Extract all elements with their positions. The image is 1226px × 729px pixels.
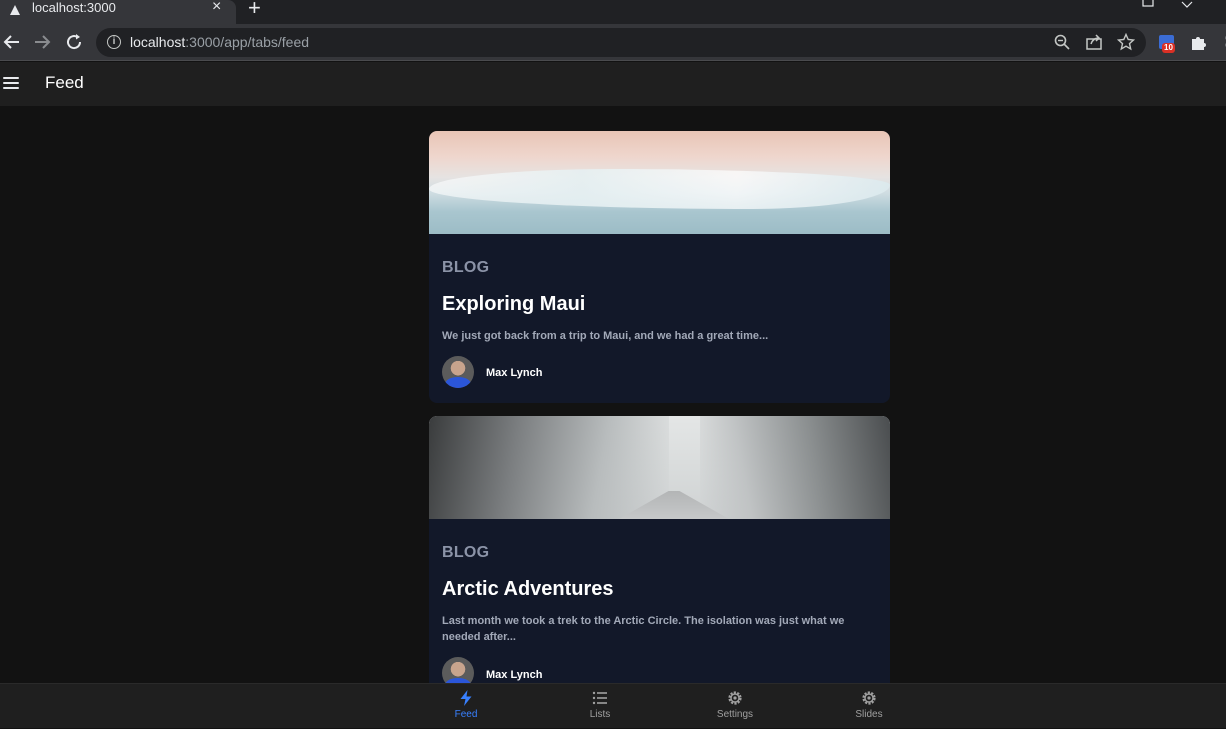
card-description: Last month we took a trek to the Arctic … (442, 613, 872, 645)
tab-settings[interactable]: Settings (695, 684, 775, 729)
cog-icon (861, 690, 877, 706)
browser-tab-title: localhost:3000 (32, 0, 116, 16)
card-subtitle: BLOG (442, 544, 489, 562)
avatar (442, 356, 474, 388)
reload-icon[interactable] (62, 30, 86, 54)
list-icon (592, 690, 608, 706)
card-image-snowy-road (429, 416, 890, 519)
back-icon[interactable] (0, 30, 24, 54)
extension-badge: 10 (1162, 43, 1175, 53)
card-author: Max Lynch (486, 367, 542, 379)
browser-tabstrip: localhost:3000 × + (0, 0, 1226, 24)
extensions-puzzle-icon[interactable] (1189, 33, 1209, 53)
tab-feed[interactable]: Feed (426, 684, 506, 729)
flash-icon (458, 690, 474, 706)
app-header: Feed (0, 62, 1226, 106)
cog-icon (727, 690, 743, 706)
favicon-icon (10, 5, 20, 15)
menu-dots-icon[interactable] (1220, 35, 1226, 55)
tab-lists[interactable]: Lists (560, 684, 640, 729)
new-tab-button[interactable]: + (248, 0, 261, 19)
card-subtitle: BLOG (442, 259, 489, 277)
page-title: Feed (45, 73, 84, 93)
tab-label: Feed (426, 709, 506, 720)
url-host: localhost (130, 34, 185, 50)
card-description: We just got back from a trip to Maui, an… (442, 328, 872, 344)
tab-slides[interactable]: Slides (829, 684, 909, 729)
card-author: Max Lynch (486, 669, 542, 681)
tab-close-icon[interactable]: × (212, 0, 221, 14)
tab-bar: Feed Lists Settings Slides (0, 683, 1226, 728)
tab-label: Slides (829, 709, 909, 720)
menu-icon[interactable] (3, 77, 19, 90)
window-restore-icon[interactable] (1142, 0, 1156, 8)
site-info-icon[interactable]: i (107, 35, 121, 49)
zoom-icon[interactable] (1053, 33, 1071, 51)
url-path: :3000/app/tabs/feed (185, 34, 309, 50)
feed-card[interactable]: BLOG Exploring Maui We just got back fro… (429, 131, 890, 403)
card-title: Arctic Adventures (442, 578, 614, 601)
tab-label: Lists (560, 709, 640, 720)
tab-label: Settings (695, 709, 775, 720)
avatar (442, 657, 474, 683)
browser-tab[interactable]: localhost:3000 × (0, 0, 236, 24)
chevron-down-icon[interactable] (1181, 1, 1193, 8)
url-text[interactable]: localhost:3000/app/tabs/feed (130, 34, 309, 50)
feed-card[interactable]: BLOG Arctic Adventures Last month we too… (429, 416, 890, 683)
bookmark-star-icon[interactable] (1117, 33, 1135, 51)
card-title: Exploring Maui (442, 293, 585, 316)
browser-toolbar: i localhost:3000/app/tabs/feed 10 (0, 24, 1226, 61)
feed-content[interactable]: BLOG Exploring Maui We just got back fro… (0, 106, 1226, 683)
card-image-beach (429, 131, 890, 234)
share-icon[interactable] (1085, 33, 1103, 51)
address-bar[interactable]: i localhost:3000/app/tabs/feed (96, 28, 1146, 57)
forward-icon[interactable] (30, 30, 54, 54)
